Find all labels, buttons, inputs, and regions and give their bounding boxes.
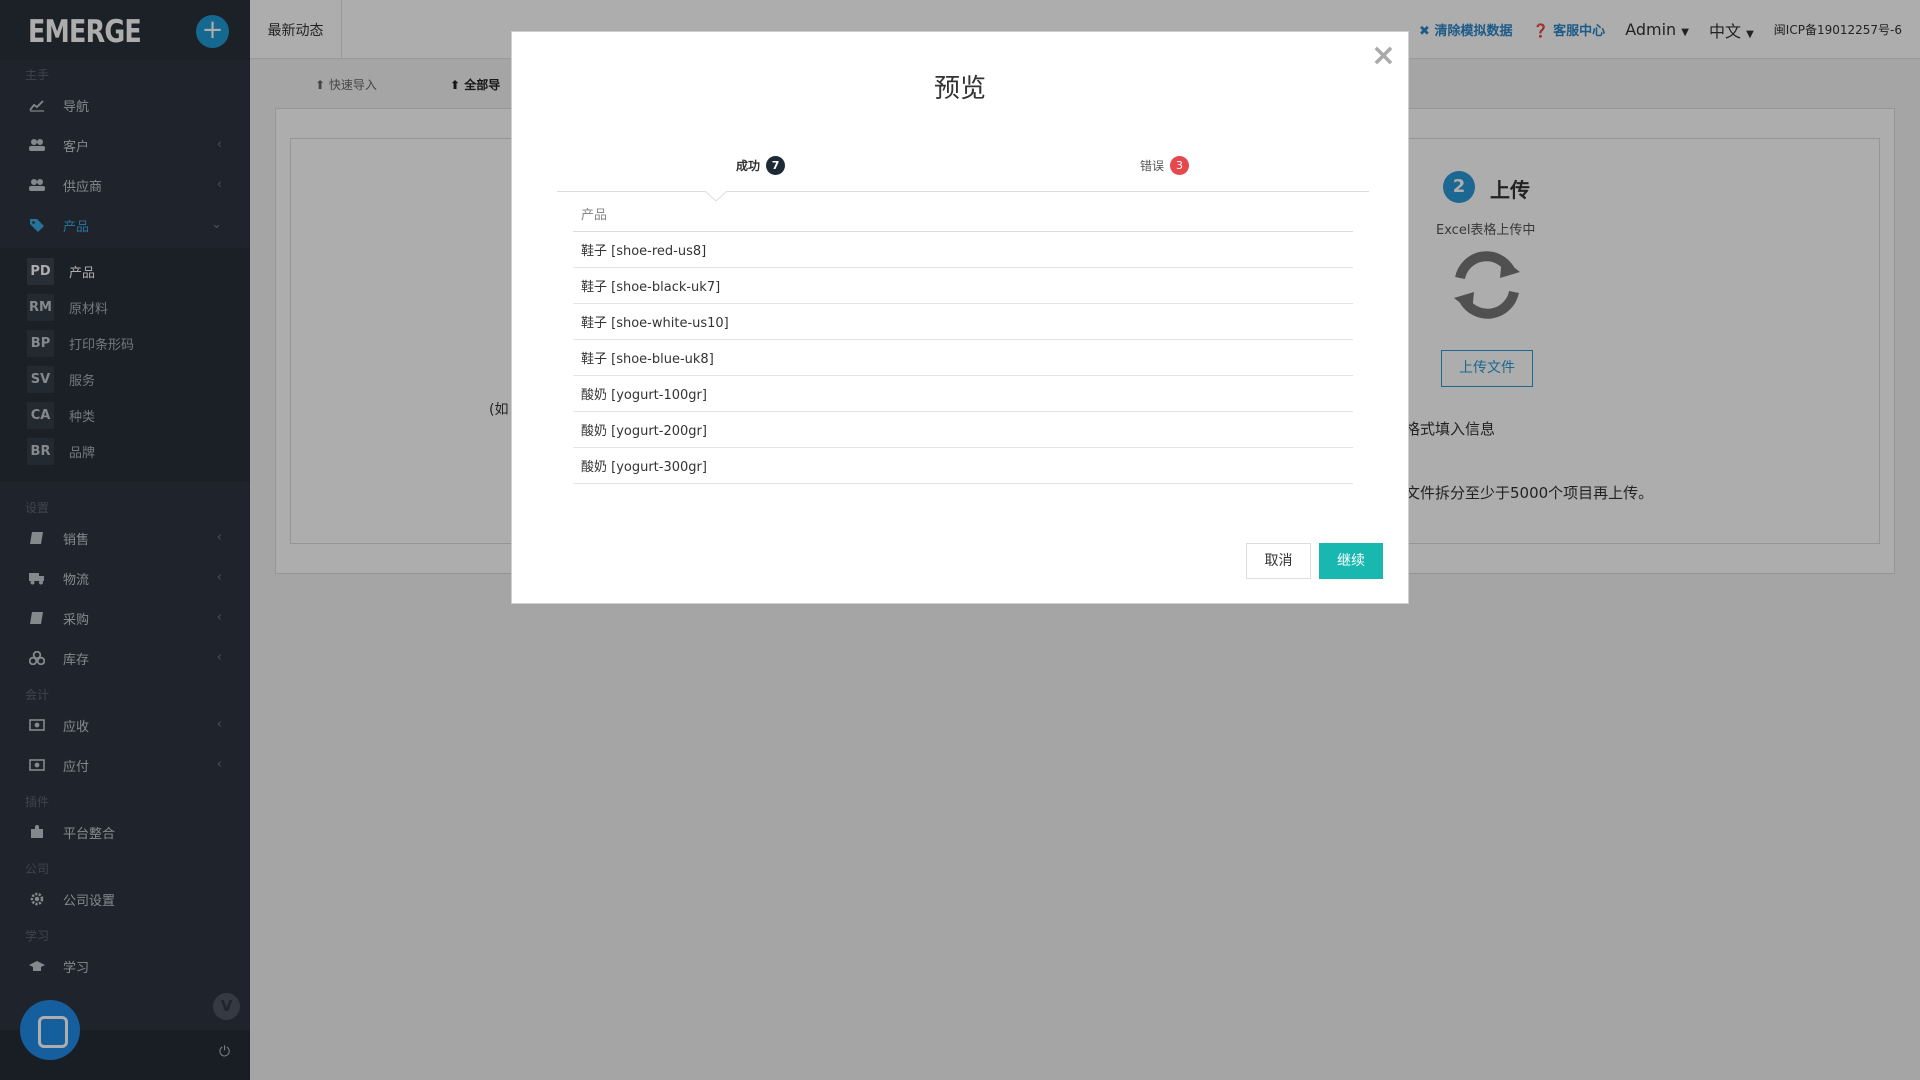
table-row: 鞋子 [shoe-black-uk7] xyxy=(573,268,1353,304)
table-header: 产品 xyxy=(573,195,1353,232)
table-row: 酸奶 [yogurt-300gr] xyxy=(573,448,1353,484)
continue-button[interactable]: 继续 xyxy=(1319,543,1383,579)
preview-modal: × 预览 成功 7 错误 3 产品 鞋子 [shoe-red-us8] 鞋子 [… xyxy=(511,31,1409,604)
table-row: 酸奶 [yogurt-100gr] xyxy=(573,376,1353,412)
modal-title: 预览 xyxy=(933,74,986,104)
tab-label: 成功 xyxy=(736,159,761,173)
success-count-badge: 7 xyxy=(766,156,786,175)
tab-label: 错误 xyxy=(1140,159,1165,173)
table-row: 鞋子 [shoe-blue-uk8] xyxy=(573,340,1353,376)
error-count-badge: 3 xyxy=(1170,156,1190,175)
tab-error[interactable]: 错误 3 xyxy=(1140,156,1190,175)
tab-success[interactable]: 成功 7 xyxy=(736,156,786,175)
cancel-button[interactable]: 取消 xyxy=(1246,543,1311,579)
modal-tabs: 成功 7 错误 3 xyxy=(557,121,1369,192)
product-table: 产品 鞋子 [shoe-red-us8] 鞋子 [shoe-black-uk7]… xyxy=(573,195,1353,484)
table-row: 鞋子 [shoe-red-us8] xyxy=(573,232,1353,268)
table-row: 酸奶 [yogurt-200gr] xyxy=(573,412,1353,448)
table-row: 鞋子 [shoe-white-us10] xyxy=(573,304,1353,340)
